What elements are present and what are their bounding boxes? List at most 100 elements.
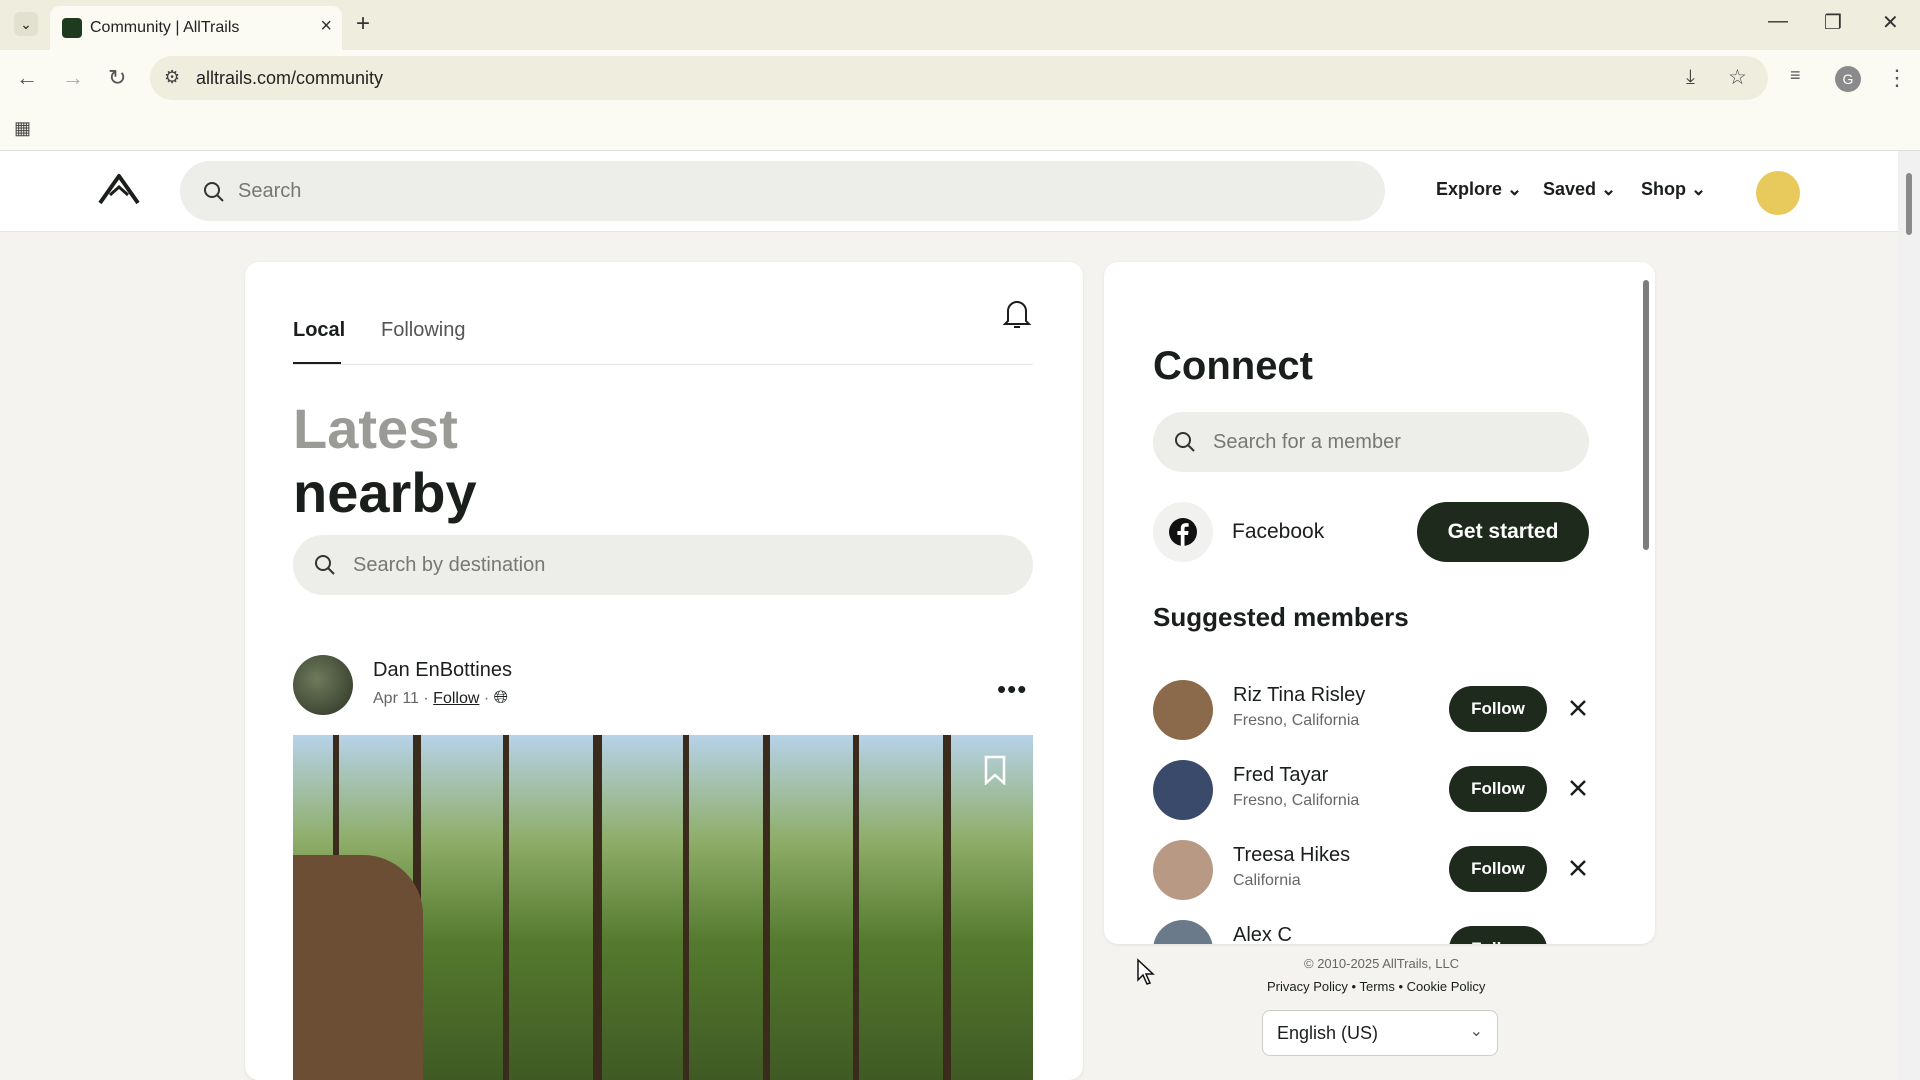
member-name[interactable]: Fred Tayar — [1233, 764, 1328, 787]
terms-link[interactable]: Terms — [1359, 979, 1394, 994]
footer-links: Privacy Policy • Terms • Cookie Policy — [1267, 979, 1486, 994]
apps-grid-icon[interactable]: ▦ — [14, 118, 31, 139]
window-close-icon[interactable]: ✕ — [1882, 10, 1899, 35]
search-icon — [204, 182, 224, 202]
cookie-policy-link[interactable]: Cookie Policy — [1407, 979, 1486, 994]
page-title-line-1: Latest — [293, 397, 458, 460]
page-scrollbar-thumb[interactable] — [1906, 173, 1912, 235]
photo-detail — [593, 735, 602, 1080]
notification-bell-icon[interactable] — [1002, 297, 1032, 329]
suggested-member-row: Riz Tina Risley Fresno, California Follo… — [1153, 680, 1603, 744]
photo-detail — [853, 735, 859, 1080]
media-controls-icon[interactable]: ≡ — [1790, 65, 1801, 86]
tab-local[interactable]: Local — [293, 319, 345, 342]
photo-detail — [293, 855, 423, 1080]
chevron-down-icon: ⌄ — [1469, 1023, 1483, 1040]
language-value: English (US) — [1277, 1023, 1379, 1043]
follow-button[interactable]: Follow — [1449, 686, 1547, 732]
dismiss-icon[interactable] — [1563, 768, 1593, 808]
user-avatar[interactable] — [1756, 171, 1800, 215]
suggested-member-row: Alex C Follow — [1153, 920, 1603, 944]
follow-button[interactable]: Follow — [1449, 846, 1547, 892]
member-location: California — [1233, 872, 1301, 889]
public-globe-icon: 🌐︎ — [493, 687, 509, 707]
follow-button[interactable]: Follow — [1449, 766, 1547, 812]
copyright-text: © 2010-2025 AllTrails, LLC — [1304, 956, 1460, 971]
site-header: Search Explore ⌄ Saved ⌄ Shop ⌄ — [0, 151, 1898, 232]
minimize-icon[interactable]: — — [1768, 10, 1788, 33]
tab-divider — [293, 364, 1033, 365]
language-select[interactable]: English (US) ⌄ — [1262, 1010, 1498, 1056]
post-more-options-icon[interactable]: ••• — [997, 674, 1027, 705]
facebook-label[interactable]: Facebook — [1232, 520, 1324, 544]
member-location: Fresno, California — [1233, 712, 1360, 729]
page-title-line-2: nearby — [293, 461, 477, 524]
member-avatar[interactable] — [1153, 680, 1213, 740]
member-name[interactable]: Alex C — [1233, 924, 1292, 944]
bookmark-star-icon[interactable]: ☆ — [1728, 65, 1747, 90]
browser-tab-active[interactable]: Community | AllTrails × — [50, 6, 342, 50]
post-author-name[interactable]: Dan EnBottines — [373, 659, 512, 682]
nav-explore[interactable]: Explore ⌄ — [1436, 179, 1522, 200]
browser-menu-icon[interactable]: ⋮ — [1886, 65, 1908, 91]
facebook-icon[interactable] — [1153, 502, 1213, 562]
member-search-input[interactable]: Search for a member — [1153, 412, 1589, 472]
connect-panel: Connect Search for a member Facebook Get… — [1104, 262, 1655, 944]
post-meta: Apr 11 · Follow · 🌐︎ — [373, 687, 509, 707]
tab-close-icon[interactable]: × — [320, 15, 332, 38]
connect-title: Connect — [1153, 344, 1313, 388]
reload-icon[interactable]: ↻ — [108, 65, 126, 91]
tab-following[interactable]: Following — [381, 319, 465, 342]
address-bar[interactable]: ⚙ alltrails.com/community ⤓ ☆ — [150, 56, 1768, 100]
post-photo[interactable] — [293, 735, 1033, 1080]
photo-detail — [763, 735, 770, 1080]
photo-detail — [683, 735, 689, 1080]
dismiss-icon[interactable] — [1563, 688, 1593, 728]
restore-icon[interactable]: ❐ — [1824, 10, 1842, 35]
site-info-icon[interactable]: ⚙ — [164, 67, 180, 88]
tab-title: Community | AllTrails — [90, 19, 240, 36]
browser-toolbar: ← → ↻ ⚙ alltrails.com/community ⤓ ☆ ≡ G … — [0, 50, 1920, 108]
member-location: Fresno, California — [1233, 792, 1360, 809]
community-feed: Local Following Latest nearby Search by … — [245, 262, 1083, 1080]
suggested-member-row: Fred Tayar Fresno, California Follow — [1153, 760, 1603, 824]
member-avatar[interactable] — [1153, 920, 1213, 944]
post-follow-link[interactable]: Follow — [433, 690, 479, 707]
nav-saved[interactable]: Saved ⌄ — [1543, 179, 1616, 200]
destination-search-input[interactable]: Search by destination — [293, 535, 1033, 595]
follow-button[interactable]: Follow — [1449, 926, 1547, 944]
search-icon — [315, 555, 335, 575]
site-search-input[interactable]: Search — [180, 161, 1385, 221]
member-avatar[interactable] — [1153, 840, 1213, 900]
photo-detail — [943, 735, 951, 1080]
member-name[interactable]: Treesa Hikes — [1233, 844, 1350, 867]
post-author-avatar[interactable] — [293, 655, 353, 715]
member-avatar[interactable] — [1153, 760, 1213, 820]
connect-scrollbar-thumb[interactable] — [1643, 280, 1649, 550]
page-scrollbar[interactable] — [1898, 151, 1920, 1080]
get-started-button[interactable]: Get started — [1417, 502, 1589, 562]
alltrails-favicon-icon — [62, 18, 82, 38]
destination-search-placeholder: Search by destination — [353, 554, 546, 576]
url-text: alltrails.com/community — [196, 68, 384, 88]
facebook-logo-icon — [1169, 518, 1197, 546]
member-name[interactable]: Riz Tina Risley — [1233, 684, 1365, 707]
member-search-placeholder: Search for a member — [1213, 431, 1401, 453]
dismiss-icon[interactable] — [1563, 848, 1593, 888]
back-icon[interactable]: ← — [16, 65, 38, 91]
search-icon — [1175, 432, 1195, 452]
install-app-icon[interactable]: ⤓ — [1686, 66, 1695, 89]
site-search-placeholder: Search — [238, 180, 302, 202]
mouse-cursor-icon — [1137, 958, 1155, 985]
bookmark-icon[interactable] — [983, 755, 1007, 785]
browser-tab-strip: ⌄ Community | AllTrails × + — ❐ ✕ — [0, 0, 1920, 50]
profile-avatar[interactable]: G — [1835, 66, 1861, 92]
suggested-members-title: Suggested members — [1153, 602, 1409, 632]
privacy-policy-link[interactable]: Privacy Policy — [1267, 979, 1348, 994]
nav-shop[interactable]: Shop ⌄ — [1641, 179, 1706, 200]
alltrails-logo-icon[interactable] — [98, 173, 140, 207]
tab-search-button[interactable]: ⌄ — [14, 12, 38, 36]
new-tab-icon[interactable]: + — [356, 10, 370, 38]
suggested-member-row: Treesa Hikes California Follow — [1153, 840, 1603, 904]
forward-icon[interactable]: → — [62, 65, 84, 91]
